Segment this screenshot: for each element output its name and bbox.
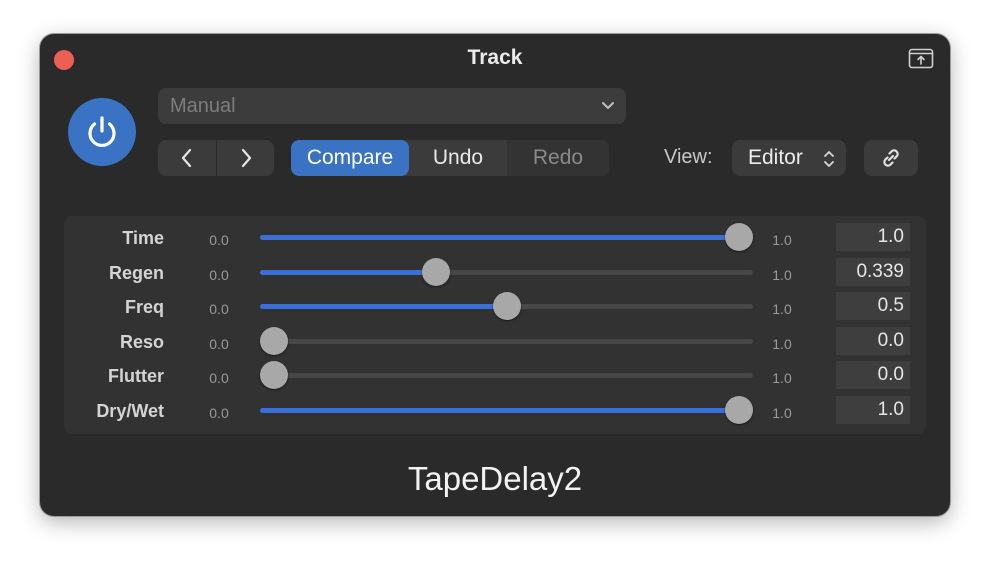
param-name: Time — [122, 228, 164, 248]
param-value-field[interactable]: 1.0 — [836, 223, 910, 251]
prev-preset-button[interactable] — [158, 140, 216, 176]
slider-fill — [260, 408, 739, 413]
param-value-field[interactable]: 0.5 — [836, 292, 910, 321]
param-name: Freq — [124, 297, 164, 318]
link-button[interactable] — [864, 140, 918, 176]
redo-button[interactable]: Redo — [507, 140, 609, 176]
view-select[interactable]: Editor — [732, 140, 846, 176]
updown-icon — [824, 151, 834, 167]
window-title: Track — [467, 46, 523, 69]
param-value-field[interactable]: 0.339 — [836, 257, 910, 286]
param-slider[interactable] — [260, 396, 753, 424]
compare-undo-redo-group: Compare Undo Redo — [291, 140, 609, 176]
slider-knob[interactable] — [725, 223, 753, 251]
param-value-field[interactable]: 0.0 — [836, 361, 910, 390]
plugin-window: Track Manual Compare Undo Redo View: Edi… — [40, 34, 950, 516]
power-button[interactable] — [68, 98, 136, 166]
param-slider[interactable] — [260, 223, 753, 251]
slider-fill — [260, 235, 739, 240]
chevron-left-icon — [181, 148, 192, 168]
popout-icon[interactable] — [908, 48, 934, 70]
param-value-field[interactable]: 1.0 — [836, 396, 910, 424]
param-max-label: 1.0 — [772, 405, 792, 421]
slider-knob[interactable] — [492, 292, 521, 321]
chevron-down-icon — [602, 102, 614, 109]
param-name: Flutter — [108, 366, 164, 387]
view-label: View: — [664, 146, 713, 168]
slider-fill — [260, 269, 436, 275]
param-min-label: 0.0 — [209, 232, 229, 248]
param-row: Flutter 0.0 1.0 0.0 — [64, 358, 926, 392]
power-icon — [88, 116, 116, 147]
param-slider[interactable] — [260, 257, 753, 286]
preset-select[interactable]: Manual — [158, 88, 626, 124]
param-name: Dry/Wet — [96, 401, 164, 421]
param-max-label: 1.0 — [772, 266, 792, 283]
view-value: Editor — [748, 146, 803, 169]
param-min-label: 0.0 — [209, 266, 229, 283]
param-max-label: 1.0 — [772, 335, 792, 352]
parameter-panel: Time 0.0 1.0 1.0 Regen 0.0 1.0 0.339 Freq 0.0 1.0 0… — [64, 216, 926, 434]
slider-knob[interactable] — [260, 326, 288, 355]
param-min-label: 0.0 — [209, 405, 229, 421]
plugin-name: TapeDelay2 — [407, 460, 583, 497]
param-row: Freq 0.0 1.0 0.5 — [64, 289, 926, 323]
preset-navigation — [158, 140, 274, 176]
param-min-label: 0.0 — [209, 370, 229, 387]
slider-knob[interactable] — [260, 361, 288, 390]
param-value-field[interactable]: 0.0 — [836, 326, 910, 355]
chevron-right-icon — [241, 148, 251, 168]
param-slider[interactable] — [260, 326, 753, 355]
param-max-label: 1.0 — [772, 232, 792, 248]
param-max-label: 1.0 — [772, 301, 792, 318]
slider-fill — [260, 304, 507, 310]
param-name: Reso — [119, 331, 164, 352]
param-row: Reso 0.0 1.0 0.0 — [64, 324, 926, 358]
param-name: Regen — [108, 262, 164, 283]
next-preset-button[interactable] — [216, 140, 274, 176]
param-min-label: 0.0 — [209, 335, 229, 352]
slider-knob[interactable] — [421, 257, 450, 286]
param-row: Regen 0.0 1.0 0.339 — [64, 255, 926, 289]
param-row: Time 0.0 1.0 1.0 — [64, 220, 926, 254]
preset-value: Manual — [170, 94, 236, 117]
compare-button[interactable]: Compare — [291, 140, 409, 176]
param-slider[interactable] — [260, 361, 753, 390]
slider-knob[interactable] — [725, 396, 753, 424]
param-row: Dry/Wet 0.0 1.0 1.0 — [64, 393, 926, 427]
param-max-label: 1.0 — [772, 370, 792, 387]
undo-button[interactable]: Undo — [409, 140, 507, 176]
link-icon — [883, 149, 899, 167]
param-slider[interactable] — [260, 292, 753, 321]
param-min-label: 0.0 — [209, 301, 229, 318]
